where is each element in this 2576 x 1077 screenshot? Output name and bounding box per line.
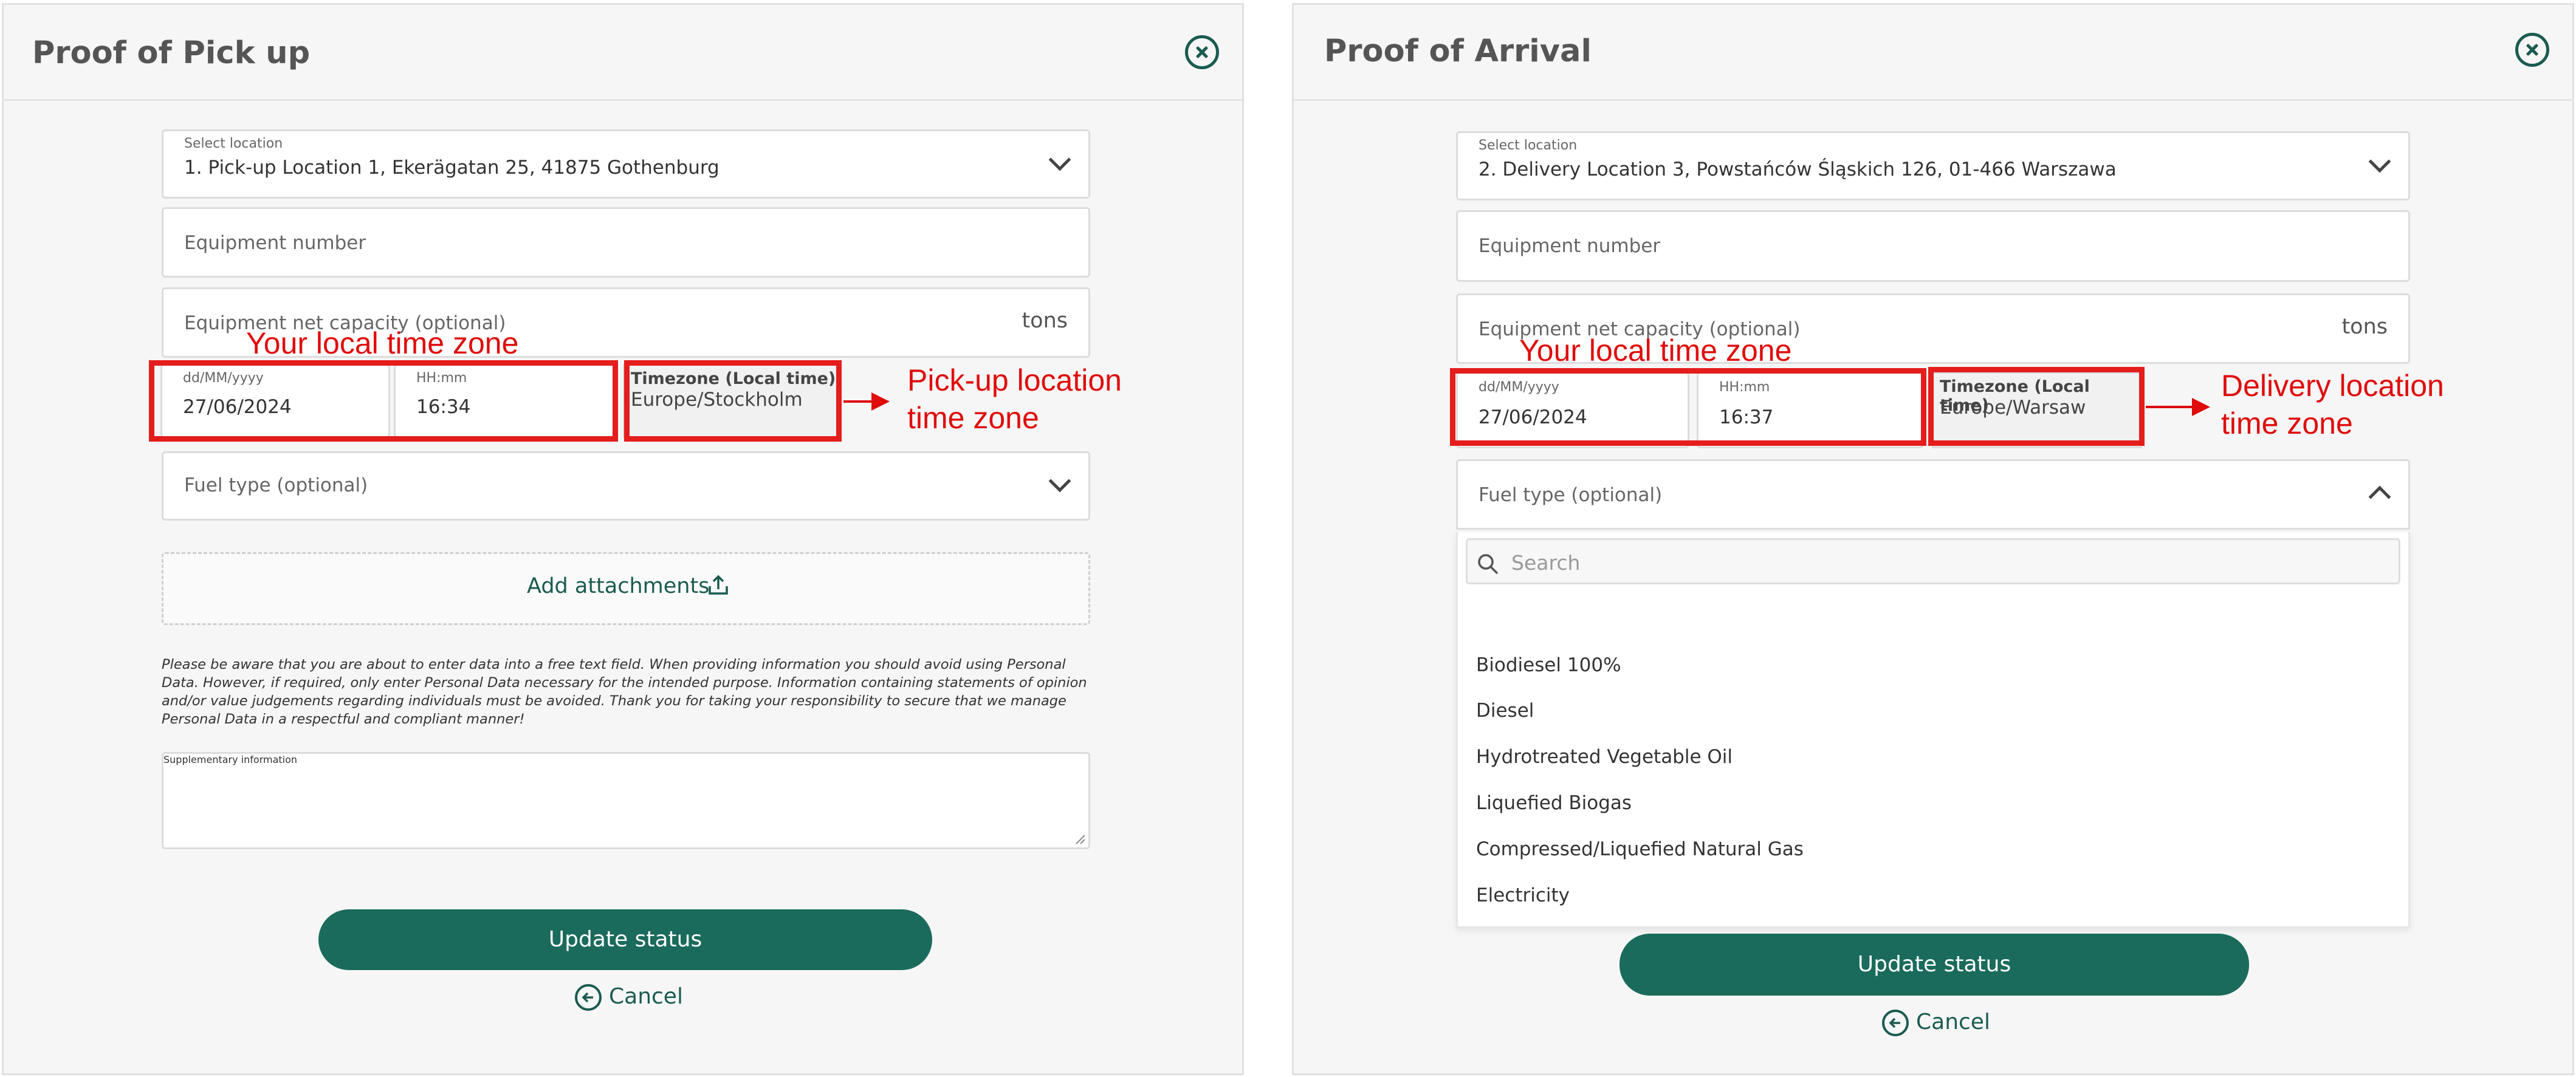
select-location-dropdown[interactable]: Select location 1. Pick-up Location 1, E… (162, 129, 1090, 199)
add-attachments-button[interactable]: Add attachments (162, 552, 1090, 625)
location-timezone-annotation: Delivery location time zone (2221, 369, 2444, 440)
fuel-type-dropdown[interactable]: Fuel type (optional) (1456, 459, 2410, 530)
local-time-highlight-box (1450, 368, 1926, 446)
equipment-number-field[interactable]: Equipment number (1456, 210, 2410, 282)
dialog-title: Proof of Pick up (32, 35, 311, 71)
supplementary-information-textarea[interactable]: Supplementary information (162, 752, 1090, 849)
equipment-number-placeholder: Equipment number (184, 232, 366, 254)
equipment-number-field[interactable]: Equipment number (162, 207, 1090, 278)
close-icon[interactable] (2515, 33, 2549, 67)
dialog-header: Proof of Arrival (1294, 5, 2572, 101)
search-placeholder: Search (1511, 551, 1581, 575)
back-arrow-icon[interactable] (1882, 1010, 1909, 1036)
select-location-value: 2. Delivery Location 3, Powstańców Śląsk… (1479, 159, 2117, 180)
update-status-button[interactable]: Update status (318, 909, 932, 970)
close-icon[interactable] (1185, 35, 1219, 69)
resize-handle-icon[interactable] (1073, 832, 1086, 845)
chevron-up-icon (2368, 485, 2391, 508)
personal-data-disclaimer: Please be aware that you are about to en… (162, 657, 1087, 727)
cancel-link[interactable]: Cancel (1916, 1010, 1990, 1034)
fuel-option[interactable]: Liquefied Biogas (1476, 792, 1632, 814)
local-timezone-annotation: Your local time zone (246, 326, 519, 360)
screenshot-canvas: Proof of Pick up Select location 1. Pick… (0, 0, 2576, 1077)
chevron-down-icon (1048, 470, 1071, 493)
fuel-option[interactable]: Electricity (1476, 884, 1570, 906)
proof-of-pickup-dialog: Proof of Pick up Select location 1. Pick… (2, 3, 1244, 1075)
location-timezone-annotation: Pick-up location time zone (907, 363, 1122, 435)
local-timezone-annotation: Your local time zone (1519, 333, 1792, 368)
net-capacity-unit: tons (1022, 309, 1068, 333)
chevron-down-icon (1048, 148, 1071, 171)
dialog-title: Proof of Arrival (1324, 33, 1592, 69)
location-timezone-highlight-box (1928, 367, 2145, 446)
proof-of-arrival-dialog: Proof of Arrival Select location 2. Deli… (1292, 3, 2574, 1075)
update-status-button[interactable]: Update status (1619, 934, 2249, 996)
fuel-type-placeholder: Fuel type (optional) (1479, 484, 1663, 506)
net-capacity-unit: tons (2341, 315, 2388, 339)
back-arrow-icon[interactable] (575, 984, 602, 1011)
equipment-number-placeholder: Equipment number (1479, 235, 1661, 257)
fuel-option[interactable]: Diesel (1476, 700, 1534, 722)
local-time-highlight-box (149, 360, 618, 442)
search-icon (1478, 554, 1499, 575)
dialog-header: Proof of Pick up (4, 5, 1242, 101)
arrow-right-icon (2146, 398, 2210, 416)
select-location-dropdown[interactable]: Select location 2. Delivery Location 3, … (1456, 131, 2410, 200)
fuel-option[interactable]: Biodiesel 100% (1476, 654, 1621, 676)
fuel-type-dropdown[interactable]: Fuel type (optional) (162, 451, 1090, 521)
fuel-option[interactable]: Compressed/Liquefied Natural Gas (1476, 838, 1804, 860)
arrow-right-icon (843, 392, 890, 411)
fuel-type-options-menu: Search Biodiesel 100% Diesel Hydrotreate… (1456, 532, 2410, 928)
fuel-option[interactable]: Hydrotreated Vegetable Oil (1476, 746, 1733, 768)
chevron-down-icon (2368, 150, 2391, 173)
add-attachments-label: Add attachments (527, 574, 710, 598)
upload-icon (709, 575, 728, 595)
supplementary-placeholder: Supplementary information (163, 754, 298, 765)
select-location-label: Select location (1479, 138, 1578, 153)
location-timezone-highlight-box (624, 360, 842, 442)
fuel-type-placeholder: Fuel type (optional) (184, 474, 368, 496)
cancel-link[interactable]: Cancel (609, 984, 683, 1009)
select-location-value: 1. Pick-up Location 1, Ekerägatan 25, 41… (184, 157, 720, 179)
fuel-search-input[interactable]: Search (1466, 538, 2400, 584)
select-location-label: Select location (184, 136, 283, 151)
